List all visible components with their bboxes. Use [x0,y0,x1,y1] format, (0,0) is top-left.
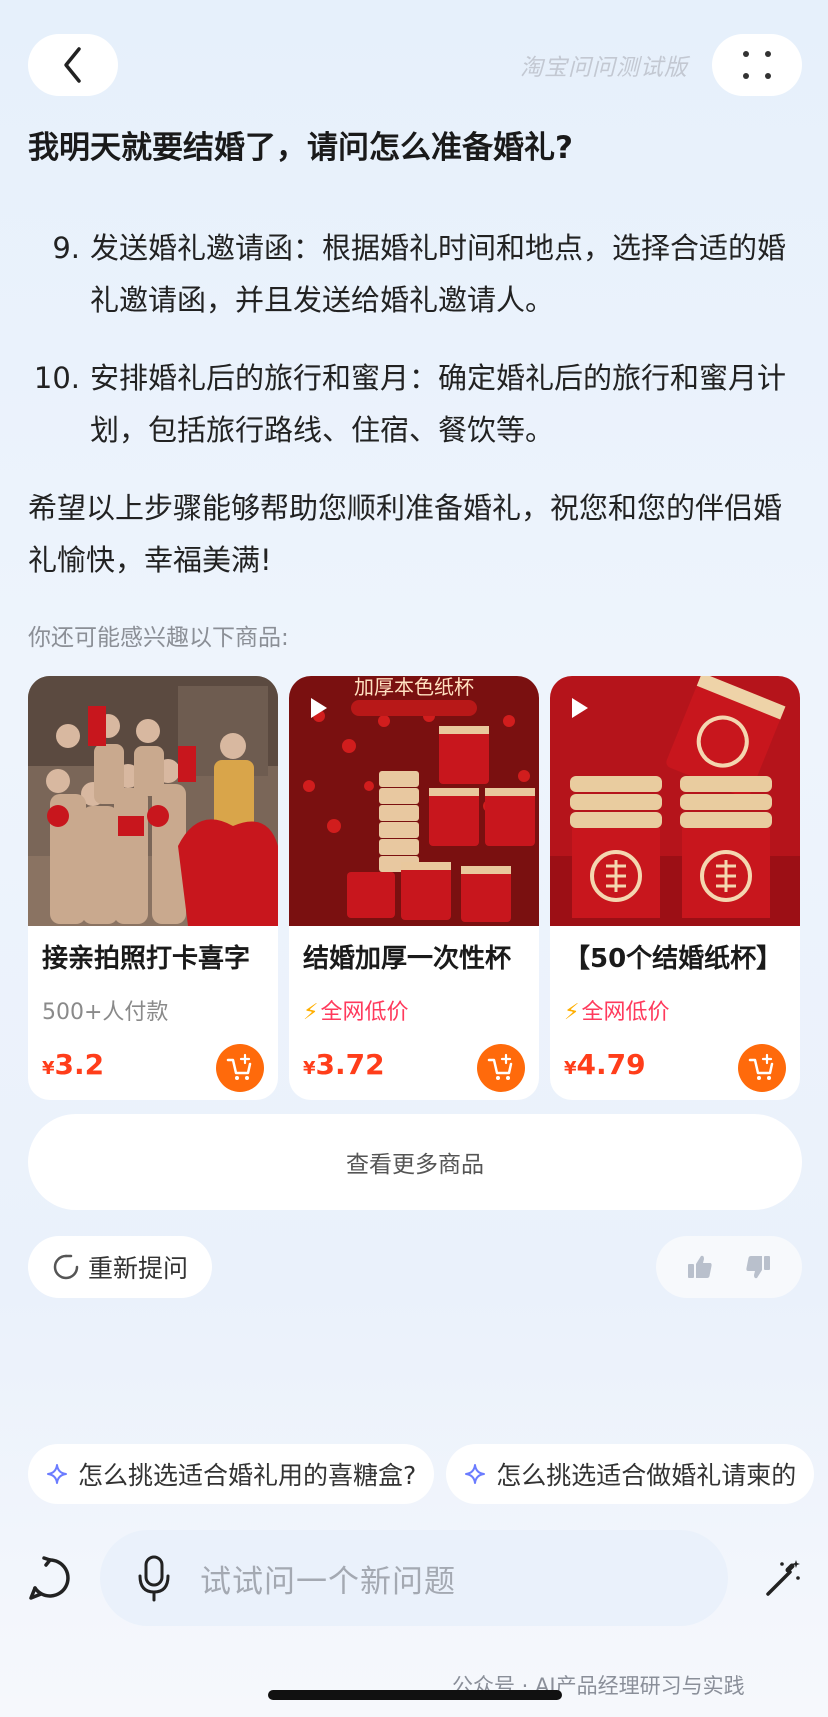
suggestion-text: 怎么挑选适合做婚礼请柬的 [496,1461,797,1490]
question-input[interactable]: 试试问一个新问题 [100,1530,728,1626]
magic-wand-button[interactable] [756,1552,808,1604]
play-icon [572,698,588,718]
retry-question-button[interactable]: 重新提问 [28,1236,212,1298]
cart-icon [226,1053,252,1080]
add-to-cart-button[interactable] [738,1044,786,1092]
suggestion-chip[interactable]: 怎么挑选适合婚礼用的喜糖盒? [28,1444,435,1504]
product-image-caption: 加厚本色纸杯 [354,676,474,699]
add-to-cart-button[interactable] [216,1044,264,1092]
product-image [550,676,800,926]
price-amount: 3.2 [54,1048,105,1081]
home-indicator [268,1690,562,1700]
play-icon [311,698,327,718]
refresh-icon [53,1254,79,1280]
app-title: 淘宝问问测试版 [520,55,688,81]
thumbs-up-icon[interactable] [685,1252,715,1282]
currency-symbol: ¥ [564,1058,577,1079]
product-price: ¥4.79 [564,1048,646,1081]
suggestion-text: 怎么挑选适合婚礼用的喜糖盒? [78,1461,417,1490]
price-amount: 3.72 [315,1048,385,1081]
microphone-icon [138,1555,170,1602]
suggestion-chip[interactable]: 怎么挑选适合做婚礼请柬的 [446,1444,815,1504]
back-button[interactable] [28,34,118,96]
cart-icon [748,1053,774,1080]
product-title: 【50个结婚纸杯】 [564,944,783,974]
answer-closing: 希望以上步骤能够帮助您顺利准备婚礼，祝您和您的伴侣婚礼愉快，幸福美满! [28,491,783,577]
product-card[interactable]: 【50个结婚纸杯】 ⚡全网低价 ¥4.79 [550,676,800,1100]
product-title: 结婚加厚一次性杯 [303,944,512,974]
answer-body: 9. 发送婚礼邀请函：根据婚礼时间和地点，选择合适的婚礼邀请函，并且发送给婚礼邀… [28,222,800,586]
sparkle-icon [465,1464,486,1484]
answer-step: 10. 安排婚礼后的旅行和蜜月：确定婚礼后的旅行和蜜月计划，包括旅行路线、住宿、… [28,352,800,456]
product-price: ¥3.72 [303,1048,385,1081]
more-dots-icon [743,51,771,79]
product-image [28,676,278,926]
lightning-icon: ⚡ [564,1000,580,1025]
feedback-group [656,1236,802,1298]
product-promo: ⚡全网低价 [303,994,408,1026]
chat-refresh-icon [29,1556,70,1600]
price-amount: 4.79 [576,1048,646,1081]
suggested-questions: 怎么挑选适合婚礼用的喜糖盒? 怎么挑选适合做婚礼请柬的 [28,1444,828,1504]
cart-icon [487,1053,513,1080]
product-price: ¥3.2 [42,1048,104,1081]
product-card[interactable]: 加厚本色纸杯 结婚加厚一次性杯 ⚡全网低价 ¥3.72 [289,676,539,1100]
new-chat-button[interactable] [24,1552,76,1604]
user-question: 我明天就要结婚了，请问怎么准备婚礼? [28,130,573,166]
currency-symbol: ¥ [42,1058,55,1079]
product-title: 接亲拍照打卡喜字 [42,944,251,974]
retry-label: 重新提问 [87,1254,188,1283]
product-promo: ⚡全网低价 [564,994,669,1026]
currency-symbol: ¥ [303,1058,316,1079]
chevron-left-icon [64,47,81,83]
step-number: 9. [52,231,80,265]
input-placeholder: 试试问一个新问题 [200,1563,456,1600]
magic-wand-icon [766,1560,800,1596]
step-text: 安排婚礼后的旅行和蜜月：确定婚礼后的旅行和蜜月计划，包括旅行路线、住宿、餐饮等。 [90,361,787,447]
voice-input-button[interactable] [124,1554,184,1602]
add-to-cart-button[interactable] [477,1044,525,1092]
promo-text: 全网低价 [320,1000,409,1025]
sparkle-icon [47,1464,67,1484]
recommend-label: 你还可能感兴趣以下商品: [28,625,289,651]
step-number: 10. [33,361,80,395]
product-sales: 500+人付款 [42,1000,169,1025]
promo-text: 全网低价 [581,1000,670,1025]
more-options-button[interactable] [712,34,802,96]
thumbs-down-icon[interactable] [743,1252,773,1282]
view-more-products-button[interactable]: 查看更多商品 [28,1114,802,1210]
product-image: 加厚本色纸杯 [289,676,539,926]
lightning-icon: ⚡ [303,1000,319,1025]
step-text: 发送婚礼邀请函：根据婚礼时间和地点，选择合适的婚礼邀请函，并且发送给婚礼邀请人。 [90,231,787,317]
product-card[interactable]: 接亲拍照打卡喜字 500+人付款 ¥3.2 [28,676,278,1100]
answer-step: 9. 发送婚礼邀请函：根据婚礼时间和地点，选择合适的婚礼邀请函，并且发送给婚礼邀… [28,222,800,326]
